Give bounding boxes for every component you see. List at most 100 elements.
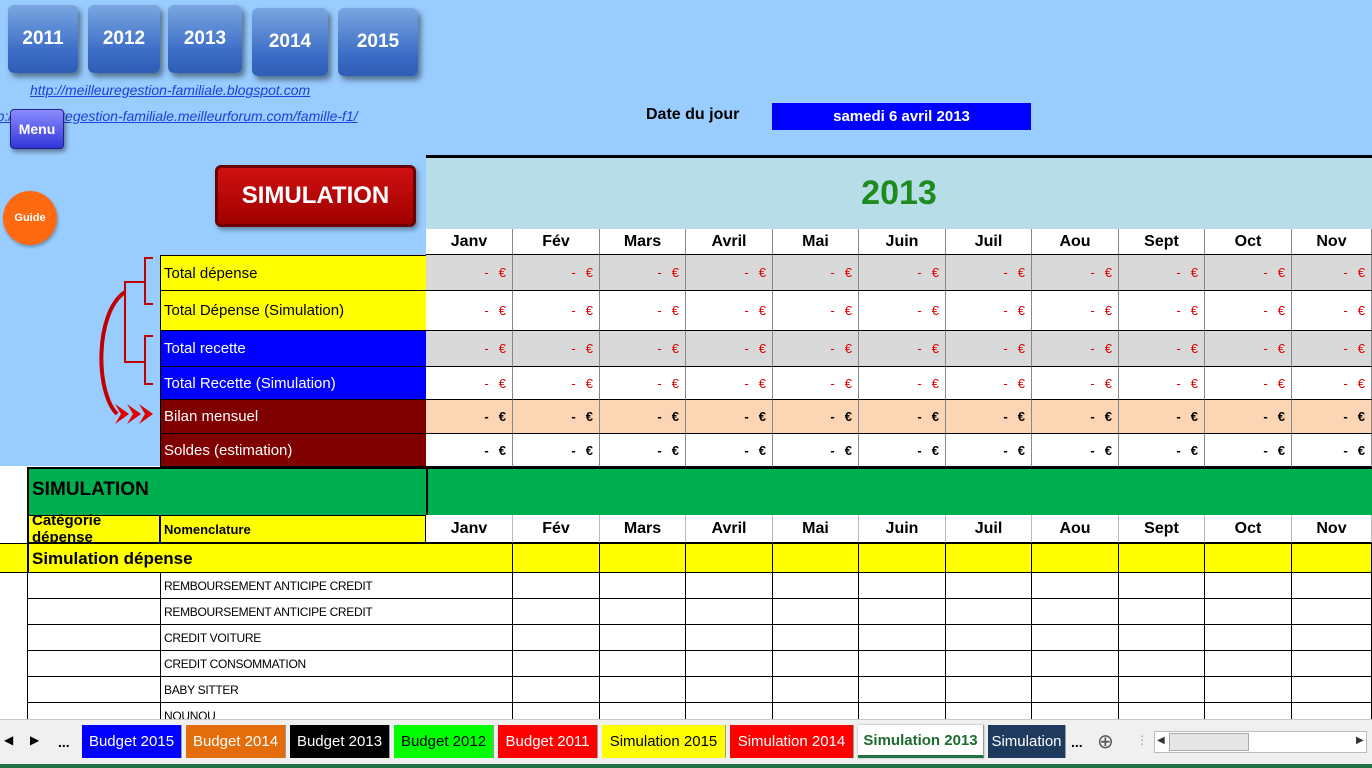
summary-cell[interactable]: - € xyxy=(513,331,600,367)
scroll-thumb[interactable] xyxy=(1169,733,1249,751)
data-cell[interactable] xyxy=(1205,573,1292,599)
data-cell[interactable] xyxy=(600,599,686,625)
sheet-tab-simulation[interactable]: Simulation xyxy=(988,725,1066,758)
sheet-tab-budget-2015[interactable]: Budget 2015 xyxy=(82,725,182,758)
summary-cell[interactable]: - € xyxy=(1032,331,1119,367)
summary-cell[interactable]: - € xyxy=(1205,400,1292,434)
summary-cell[interactable]: - € xyxy=(686,331,773,367)
summary-cell[interactable]: - € xyxy=(859,291,946,331)
year-button-2014[interactable]: 2014 xyxy=(252,8,328,76)
summary-cell[interactable]: - € xyxy=(773,331,859,367)
data-cell[interactable] xyxy=(1119,677,1205,703)
data-cell[interactable] xyxy=(686,677,773,703)
data-cell[interactable] xyxy=(946,651,1032,677)
section-cell[interactable] xyxy=(859,543,946,573)
summary-cell[interactable]: - € xyxy=(859,434,946,467)
summary-cell[interactable]: - € xyxy=(1119,367,1205,400)
summary-cell[interactable]: - € xyxy=(686,255,773,291)
summary-cell[interactable]: - € xyxy=(600,400,686,434)
data-cell[interactable] xyxy=(600,573,686,599)
category-cell[interactable] xyxy=(27,677,160,703)
data-cell[interactable] xyxy=(1292,677,1372,703)
summary-cell[interactable]: - € xyxy=(946,291,1032,331)
horizontal-scrollbar[interactable]: ◀ ▶ xyxy=(1154,731,1367,753)
sheet-tab-simulation-2014[interactable]: Simulation 2014 xyxy=(730,725,854,758)
data-cell[interactable] xyxy=(773,625,859,651)
summary-cell[interactable]: - € xyxy=(686,434,773,467)
data-cell[interactable] xyxy=(946,573,1032,599)
category-cell[interactable] xyxy=(27,599,160,625)
data-cell[interactable] xyxy=(1292,599,1372,625)
data-cell[interactable] xyxy=(513,677,600,703)
splitter-icon[interactable]: ⋮ xyxy=(1136,733,1148,747)
summary-cell[interactable]: - € xyxy=(1119,255,1205,291)
summary-cell[interactable]: - € xyxy=(1119,331,1205,367)
summary-cell[interactable]: - € xyxy=(426,255,513,291)
summary-cell[interactable]: - € xyxy=(946,400,1032,434)
section-cell[interactable] xyxy=(513,543,600,573)
year-button-2012[interactable]: 2012 xyxy=(88,5,160,73)
summary-cell[interactable]: - € xyxy=(1119,291,1205,331)
summary-cell[interactable]: - € xyxy=(773,400,859,434)
summary-cell[interactable]: - € xyxy=(946,367,1032,400)
summary-cell[interactable]: - € xyxy=(513,367,600,400)
section-cell[interactable] xyxy=(1292,543,1372,573)
tab-more-right[interactable]: ... xyxy=(1071,734,1083,750)
summary-cell[interactable]: - € xyxy=(1032,367,1119,400)
summary-cell[interactable]: - € xyxy=(426,367,513,400)
summary-cell[interactable]: - € xyxy=(773,367,859,400)
summary-cell[interactable]: - € xyxy=(1292,434,1372,467)
data-cell[interactable] xyxy=(859,677,946,703)
tab-scroll-right-icon[interactable]: ▶ xyxy=(30,733,39,747)
data-cell[interactable] xyxy=(773,573,859,599)
scroll-left-icon[interactable]: ◀ xyxy=(1157,735,1165,746)
section-cell[interactable] xyxy=(600,543,686,573)
summary-cell[interactable]: - € xyxy=(1205,255,1292,291)
data-cell[interactable] xyxy=(1292,625,1372,651)
data-cell[interactable] xyxy=(513,651,600,677)
data-cell[interactable] xyxy=(1032,599,1119,625)
summary-cell[interactable]: - € xyxy=(1292,255,1372,291)
summary-cell[interactable]: - € xyxy=(600,291,686,331)
menu-button[interactable]: Menu xyxy=(10,109,64,149)
section-cell[interactable] xyxy=(1205,543,1292,573)
summary-cell[interactable]: - € xyxy=(686,291,773,331)
category-cell[interactable] xyxy=(27,573,160,599)
summary-cell[interactable]: - € xyxy=(1032,255,1119,291)
tab-more-left[interactable]: ... xyxy=(58,734,70,750)
tab-scroll-left-icon[interactable]: ◀ xyxy=(4,733,13,747)
summary-cell[interactable]: - € xyxy=(600,434,686,467)
category-cell[interactable] xyxy=(27,625,160,651)
simulation-button[interactable]: SIMULATION xyxy=(215,165,416,227)
summary-cell[interactable]: - € xyxy=(859,331,946,367)
data-cell[interactable] xyxy=(946,599,1032,625)
data-cell[interactable] xyxy=(1032,677,1119,703)
summary-cell[interactable]: - € xyxy=(513,434,600,467)
data-cell[interactable] xyxy=(1119,573,1205,599)
summary-cell[interactable]: - € xyxy=(946,434,1032,467)
data-cell[interactable] xyxy=(600,677,686,703)
year-button-2013[interactable]: 2013 xyxy=(168,5,242,73)
data-cell[interactable] xyxy=(1205,599,1292,625)
summary-cell[interactable]: - € xyxy=(686,400,773,434)
data-cell[interactable] xyxy=(946,677,1032,703)
summary-cell[interactable]: - € xyxy=(773,291,859,331)
summary-cell[interactable]: - € xyxy=(859,367,946,400)
data-cell[interactable] xyxy=(1032,573,1119,599)
data-cell[interactable] xyxy=(859,651,946,677)
section-cell[interactable] xyxy=(773,543,859,573)
summary-cell[interactable]: - € xyxy=(1032,400,1119,434)
data-cell[interactable] xyxy=(1119,625,1205,651)
section-cell[interactable] xyxy=(1032,543,1119,573)
data-cell[interactable] xyxy=(426,651,513,677)
data-cell[interactable] xyxy=(1205,677,1292,703)
data-cell[interactable] xyxy=(1205,625,1292,651)
summary-cell[interactable]: - € xyxy=(426,434,513,467)
data-cell[interactable] xyxy=(426,573,513,599)
summary-cell[interactable]: - € xyxy=(426,331,513,367)
summary-cell[interactable]: - € xyxy=(1205,291,1292,331)
data-cell[interactable] xyxy=(946,625,1032,651)
data-cell[interactable] xyxy=(513,599,600,625)
sheet-tab-simulation-2013[interactable]: Simulation 2013 xyxy=(858,725,984,758)
data-cell[interactable] xyxy=(773,677,859,703)
